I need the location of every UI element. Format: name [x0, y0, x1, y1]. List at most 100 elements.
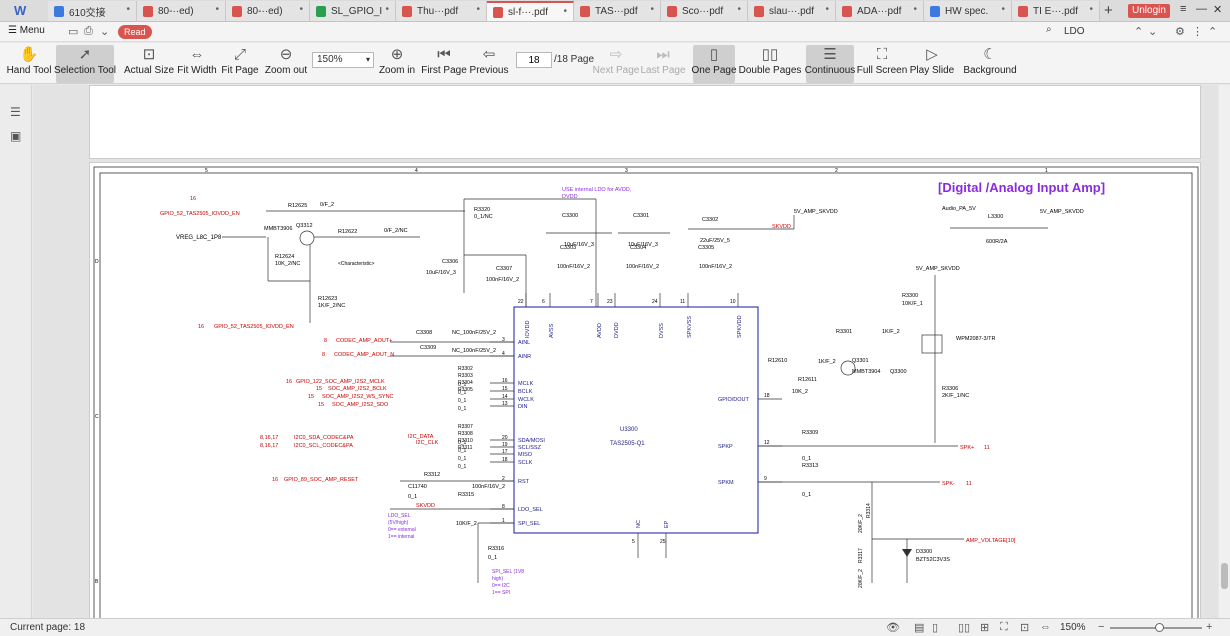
tab-8[interactable]: Sco···pdf •: [661, 1, 748, 21]
fit-page-button[interactable]: ⤢ Fit Page: [221, 45, 258, 83]
more-icon[interactable]: ⋮: [1192, 25, 1203, 38]
thumbnail-icon[interactable]: ▣: [10, 129, 21, 143]
tab-1[interactable]: 610交接 •: [48, 1, 137, 21]
play-slide-button[interactable]: ▷ Play Slide: [910, 45, 954, 83]
read-button[interactable]: Read: [118, 25, 152, 39]
last-page-button[interactable]: ⏭ Last Page: [640, 45, 685, 83]
tab-6[interactable]: sl-f···.pdf •: [487, 1, 574, 21]
usenote: USE internal LDO for AVDD,: [562, 187, 632, 193]
spk-m-label: SPK-: [942, 481, 955, 487]
reading-mode-icon[interactable]: 👁: [886, 621, 900, 634]
app-logo[interactable]: W: [14, 3, 26, 18]
tab-5[interactable]: Thu···pdf •: [396, 1, 487, 21]
zoom-slider-knob[interactable]: [1155, 623, 1164, 632]
full-screen-button[interactable]: ⛶ Full Screen: [857, 45, 908, 83]
close-tab-icon[interactable]: •: [385, 4, 389, 15]
menu-icon[interactable]: ≡: [1180, 3, 1186, 15]
search-down-icon[interactable]: ⌄: [1148, 25, 1157, 38]
close-tab-icon[interactable]: •: [737, 4, 741, 15]
resistor-label: 0_1: [458, 448, 467, 454]
tab-7[interactable]: TAS···pdf •: [574, 1, 661, 21]
tab-11[interactable]: HW spec. •: [924, 1, 1012, 21]
tab-2[interactable]: 80-··ed) •: [137, 1, 226, 21]
close-tab-icon[interactable]: •: [299, 4, 303, 15]
search-field[interactable]: ⌕ LDO: [1040, 24, 1130, 40]
r12623-val: 1K/F_2/NC: [318, 303, 345, 309]
close-tab-icon[interactable]: •: [650, 4, 654, 15]
background-button[interactable]: ☾ Background: [962, 45, 1018, 83]
new-tab-button[interactable]: +: [1104, 2, 1113, 19]
selection-tool-label: Selection Tool: [53, 65, 117, 76]
tab-3[interactable]: 80-··ed) •: [226, 1, 310, 21]
close-tab-icon[interactable]: •: [1001, 4, 1005, 15]
fullscreen-icon[interactable]: ⛶: [1000, 621, 1008, 634]
c3309-val: NC_100nF/25V_2: [452, 348, 496, 354]
tab-12[interactable]: TI E···.pdf •: [1012, 1, 1100, 21]
ic-pin-name: EP: [664, 520, 670, 528]
double-page-icon[interactable]: ▯▯: [958, 621, 970, 634]
grid-top-label: 4: [415, 168, 418, 174]
page-number-input[interactable]: [516, 52, 552, 68]
settings-icon[interactable]: ⚙: [1175, 25, 1185, 38]
ic-pin-number: 15: [502, 386, 508, 392]
menu-button[interactable]: ☰ Menu: [8, 25, 45, 36]
dropdown-icon[interactable]: ⌄: [100, 25, 109, 38]
vertical-scrollbar[interactable]: [1219, 85, 1230, 618]
double-pages-button[interactable]: ▯▯ Double Pages: [739, 45, 802, 83]
zoom-in-icon[interactable]: +: [1206, 621, 1212, 633]
status-zoom-value: 150%: [1060, 622, 1086, 633]
first-page-button[interactable]: ⏮ First Page: [421, 45, 467, 83]
net-number: 8,16,17: [260, 443, 278, 449]
actual-size-button[interactable]: ⊡ Actual Size: [124, 45, 174, 83]
selection-tool-button[interactable]: ➚ Selection Tool: [53, 45, 117, 83]
tab-10[interactable]: ADA···pdf •: [836, 1, 924, 21]
close-tab-icon[interactable]: •: [825, 4, 829, 15]
i2c-clk-label: I2C_CLK: [416, 440, 439, 446]
close-tab-icon[interactable]: •: [563, 6, 567, 17]
open-file-icon[interactable]: ▭: [68, 25, 78, 38]
search-up-icon[interactable]: ⌃: [1134, 25, 1143, 38]
previous-button[interactable]: ⇦ Previous: [470, 45, 509, 83]
ic-pin-name: SPKVSS: [687, 316, 693, 338]
close-window-icon[interactable]: ✕: [1213, 3, 1222, 16]
print-icon[interactable]: ⎙: [84, 25, 93, 38]
r3315-ref: R3315: [458, 492, 474, 498]
zoom-out-button[interactable]: ⊖ Zoom out: [265, 45, 307, 83]
fit-icon[interactable]: ⊞: [980, 621, 989, 634]
tab-label: 80-··ed): [158, 5, 194, 17]
cursor-icon: ➚: [78, 46, 92, 63]
zoom-out-icon[interactable]: −: [1098, 621, 1104, 633]
ic-pin-number: 9: [764, 476, 767, 482]
close-tab-icon[interactable]: •: [215, 4, 219, 15]
d3300-ref: D3300: [916, 549, 932, 555]
status-bar: Current page: 18 👁 ▤ ▯ ▯▯ ⊞ ⛶ ⊡ ⇔ 150% −…: [0, 618, 1230, 636]
close-tab-icon[interactable]: •: [476, 4, 480, 15]
net-number: 8,16,17: [260, 435, 278, 441]
tab-9[interactable]: slau···.pdf •: [748, 1, 836, 21]
ic-right-pins: GPIO/DOUT 18 SPKP 12 SPKM 9: [718, 393, 782, 486]
zoom-in-icon: ⊕: [390, 46, 404, 63]
document-area[interactable]: 5 4 3 2 1 D C B [Digital /Analog Input A…: [33, 85, 1218, 618]
single-page-icon[interactable]: ▤: [914, 621, 924, 634]
next-page-button[interactable]: ⇨ Next Page: [593, 45, 640, 83]
hand-tool-button[interactable]: ✋ Hand Tool: [7, 45, 52, 83]
one-page-button[interactable]: ▯ One Page: [691, 45, 737, 83]
close-tab-icon[interactable]: •: [126, 4, 130, 15]
actual-size-icon[interactable]: ⊡: [1020, 621, 1029, 634]
zoom-in-button[interactable]: ⊕ Zoom in: [379, 45, 415, 83]
ic-pin-name: SCLK: [518, 460, 533, 466]
close-tab-icon[interactable]: •: [913, 4, 917, 15]
outline-icon[interactable]: ☰: [10, 105, 21, 119]
unlogin-button[interactable]: Unlogin: [1128, 4, 1170, 18]
close-tab-icon[interactable]: •: [1089, 4, 1093, 15]
fit-width-button[interactable]: ⇔ Fit Width: [177, 45, 216, 83]
zoom-select[interactable]: 150% ▾: [312, 52, 374, 68]
tab-4[interactable]: SL_GPIO_I •: [310, 1, 396, 21]
fit-width-icon[interactable]: ⇔: [1040, 621, 1051, 633]
page-view-icon[interactable]: ▯: [932, 621, 938, 634]
scrollbar-thumb[interactable]: [1221, 563, 1228, 589]
v5-amp3-label: 5V_AMP_SKVDD: [916, 266, 960, 272]
collapse-icon[interactable]: ⌃: [1208, 25, 1217, 38]
continuous-button[interactable]: ☰ Continuous: [805, 45, 855, 83]
minimize-icon[interactable]: —: [1196, 3, 1207, 15]
